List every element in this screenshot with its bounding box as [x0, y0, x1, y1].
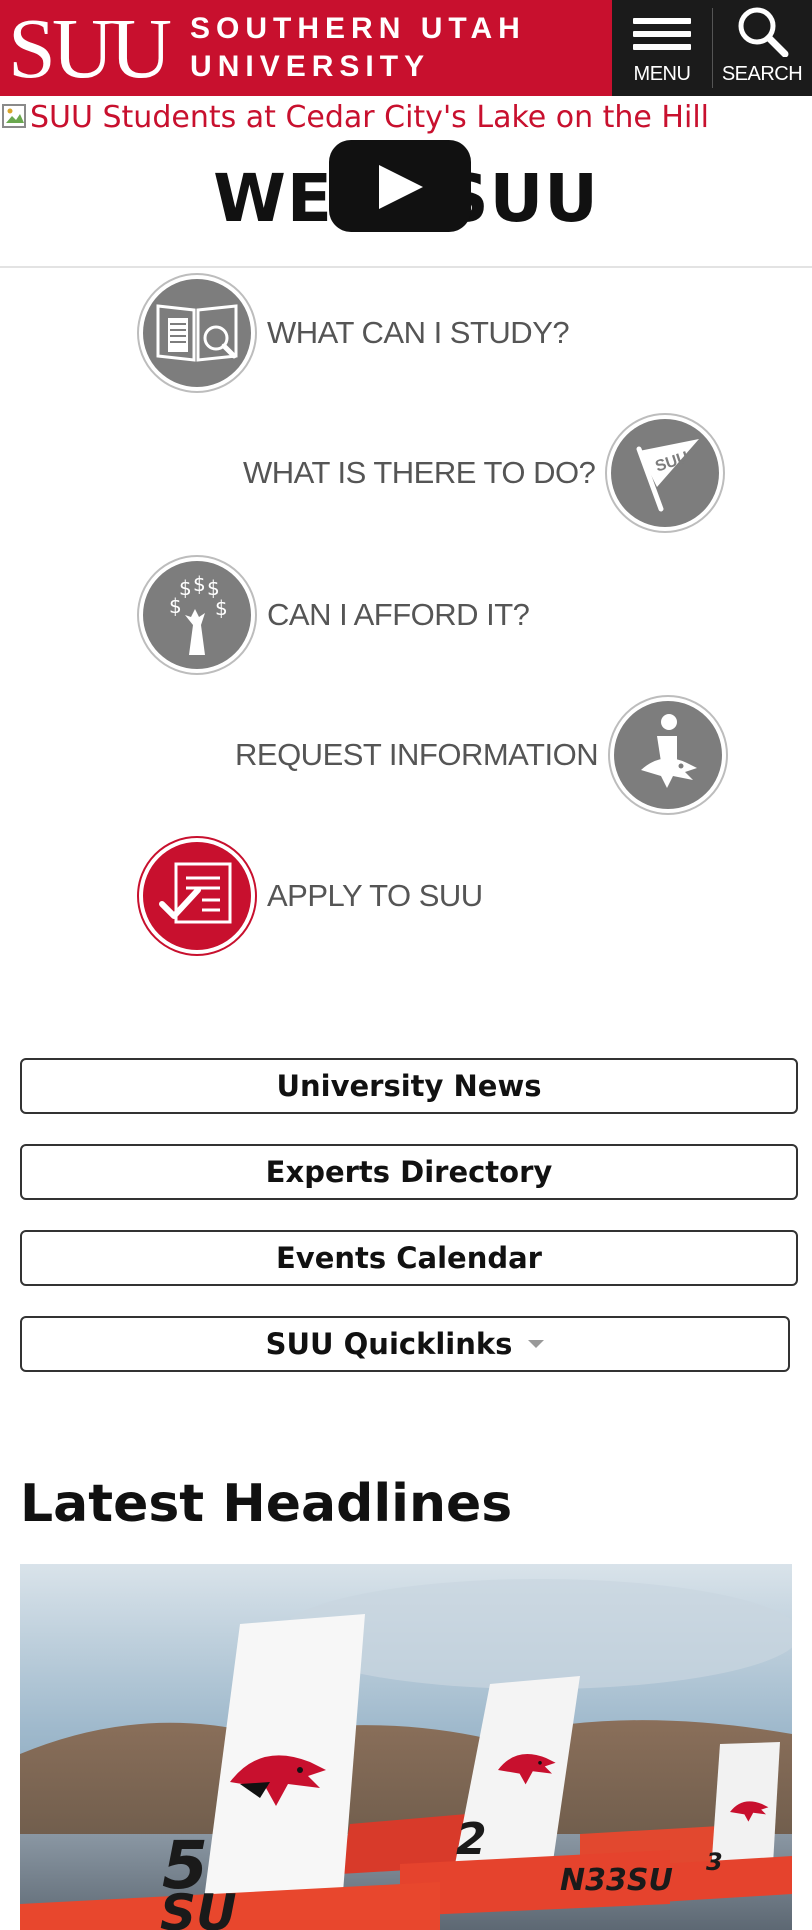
video-play-button[interactable] — [329, 140, 471, 232]
svg-text:$: $ — [169, 594, 182, 618]
logo-line-2: UNIVERSITY — [190, 50, 431, 83]
latest-headlines-heading: Latest Headlines — [20, 1474, 513, 1534]
question-label: WHAT IS THERE TO DO? — [243, 455, 596, 490]
experts-directory-button[interactable]: Experts Directory — [20, 1144, 798, 1200]
hero-image-alt-text: SUU Students at Cedar City's Lake on the… — [30, 100, 709, 135]
book-search-icon — [137, 273, 257, 393]
menu-button[interactable]: MENU — [612, 0, 712, 96]
suu-logo[interactable]: SUU SOUTHERN UTAH UNIVERSITY — [8, 4, 526, 92]
pennant-icon: SUU — [605, 413, 726, 533]
question-request-information[interactable]: REQUEST INFORMATION — [235, 695, 729, 815]
application-check-icon — [137, 836, 257, 956]
tail-number-2: 2 — [456, 1814, 487, 1865]
events-calendar-button[interactable]: Events Calendar — [20, 1230, 798, 1286]
money-tree-icon: $ $ $ $ $ — [137, 555, 257, 675]
question-what-can-i-study[interactable]: WHAT CAN I STUDY? — [137, 273, 570, 393]
tail-number-5: 5 — [162, 1827, 208, 1904]
question-label: APPLY TO SUU — [267, 878, 483, 913]
hero-divider — [0, 266, 812, 268]
hero-image-alt: SUU Students at Cedar City's Lake on the… — [0, 100, 709, 140]
hamburger-icon — [633, 11, 691, 57]
question-label: REQUEST INFORMATION — [235, 737, 599, 772]
info-thunderbird-icon — [608, 695, 729, 815]
svg-text:$: $ — [193, 573, 206, 596]
site-header: SUU SOUTHERN UTAH UNIVERSITY MENU SEARCH — [0, 0, 812, 96]
tail-number-3: 3 — [706, 1848, 723, 1876]
tail-reg-n33su: N33SU — [560, 1863, 673, 1898]
caret-down-icon — [528, 1340, 545, 1348]
search-label: SEARCH — [721, 63, 803, 85]
logo-mark: SUU — [8, 0, 172, 96]
airplane-tails-photo: 3 N33SU 2 SU 5 — [20, 1564, 792, 1930]
logo-line-1: SOUTHERN UTAH — [190, 12, 526, 45]
svg-text:$: $ — [215, 596, 228, 620]
search-button[interactable]: SEARCH — [712, 0, 812, 96]
search-icon — [738, 7, 789, 57]
question-apply-to-suu[interactable]: APPLY TO SUU — [137, 836, 483, 956]
quicklinks-label: SUU Quicklinks — [265, 1327, 513, 1361]
logo-wordmark: SOUTHERN UTAH UNIVERSITY — [190, 10, 526, 86]
question-label: WHAT CAN I STUDY? — [267, 315, 570, 350]
menu-label: MENU — [633, 63, 691, 85]
suu-quicklinks-dropdown[interactable]: SUU Quicklinks — [20, 1316, 790, 1372]
question-what-is-there-to-do[interactable]: WHAT IS THERE TO DO? SUU — [243, 413, 726, 533]
question-label: CAN I AFFORD IT? — [267, 597, 530, 632]
broken-image-icon — [2, 104, 26, 128]
question-can-i-afford-it[interactable]: $ $ $ $ $ CAN I AFFORD IT? — [137, 555, 530, 675]
headline-photo[interactable]: 3 N33SU 2 SU 5 — [20, 1564, 792, 1930]
university-news-button[interactable]: University News — [20, 1058, 798, 1114]
